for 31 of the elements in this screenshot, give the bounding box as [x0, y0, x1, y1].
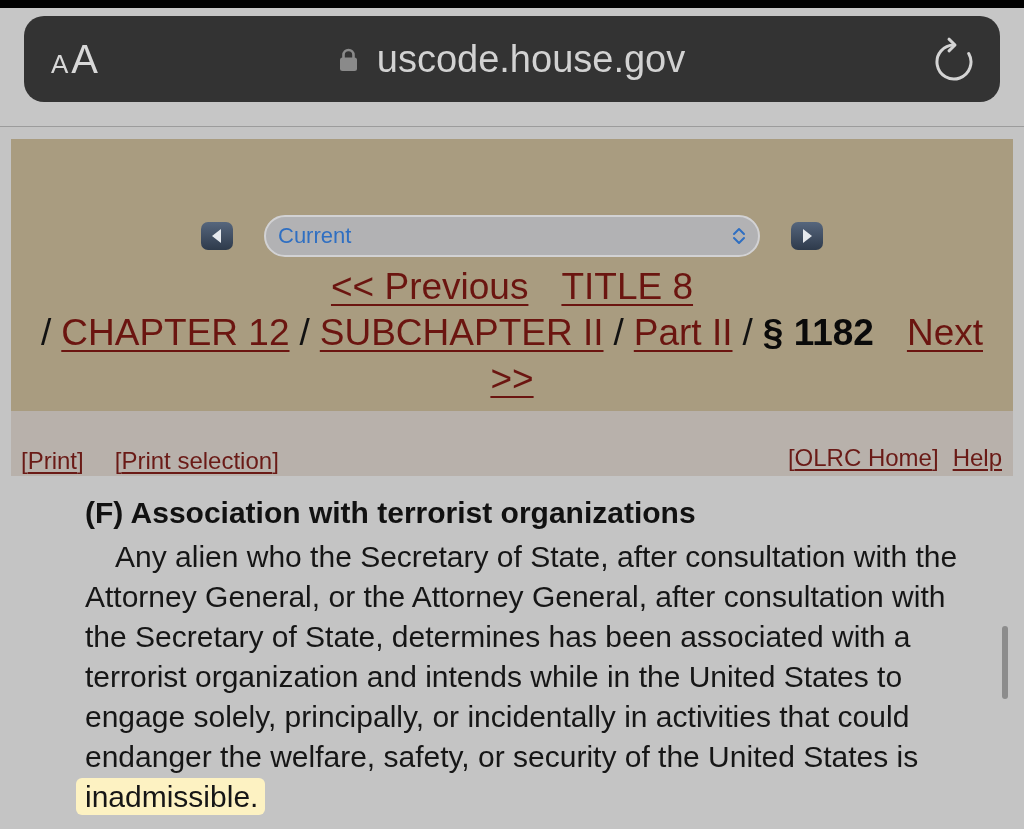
bar-link[interactable]: [Print selection]: [114, 446, 279, 476]
current-section-label: § 1182: [762, 311, 874, 355]
separator-slash: /: [299, 311, 310, 355]
nav-link[interactable]: << Previous: [330, 264, 529, 310]
bar-link[interactable]: Help: [952, 443, 1002, 473]
separator-slash: /: [41, 311, 52, 355]
url-text[interactable]: uscode.house.gov: [376, 37, 686, 81]
up-down-chevron-icon: [732, 226, 746, 246]
triangle-left-icon: [212, 229, 222, 243]
nav-link[interactable]: TITLE 8: [561, 264, 694, 310]
bar-link[interactable]: [Print]: [21, 446, 84, 476]
bar-link[interactable]: [OLRC Home]: [787, 443, 939, 473]
next-version-button[interactable]: [791, 222, 823, 250]
text-size-button[interactable]: AA: [51, 36, 99, 82]
nav-link[interactable]: Next: [906, 310, 983, 356]
reload-icon: [934, 36, 974, 82]
reload-button[interactable]: [934, 36, 974, 82]
address-bar[interactable]: AA uscode.house.gov: [24, 16, 1000, 102]
triangle-right-icon: [802, 229, 812, 243]
nav-link[interactable]: Part II: [633, 310, 733, 356]
scrollbar-thumb[interactable]: [1002, 626, 1008, 699]
previous-version-button[interactable]: [201, 222, 233, 250]
nav-link[interactable]: >>: [490, 356, 534, 402]
nav-link[interactable]: SUBCHAPTER II: [319, 310, 604, 356]
separator-slash: /: [613, 311, 624, 355]
section-paragraph: Any alien who the Secretary of State, after consultation with the Attorney General, or the Attorney General, after consultation with the Secretary of State, determines has been associated with a terrorist organization and intends while in the United States to engage solely, principally, or incidentally in activities that could endanger the welfare, safety, or security of the United States is inadmissible.: [75, 537, 975, 819]
lock-icon: [338, 47, 358, 71]
nav-link[interactable]: CHAPTER 12: [61, 310, 290, 356]
version-select[interactable]: Current: [264, 215, 760, 257]
section-heading: (F) Association with terrorist organizations: [85, 495, 697, 531]
separator-slash: /: [742, 311, 753, 355]
